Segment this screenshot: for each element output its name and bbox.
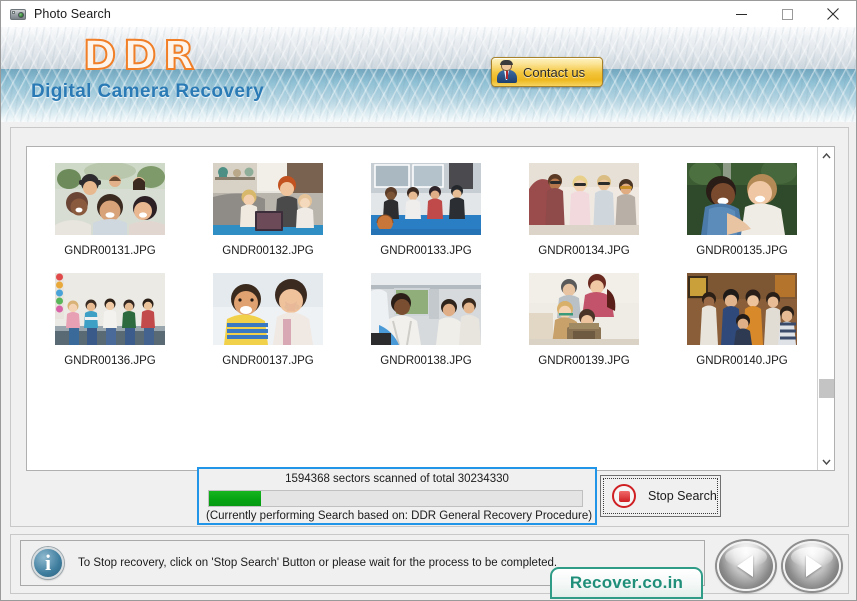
list-item[interactable]: GNDR00131.JPG <box>35 163 185 257</box>
brand-tag[interactable]: Recover.co.in <box>550 567 703 599</box>
thumbnail-filename: GNDR00134.JPG <box>538 245 630 257</box>
close-button[interactable] <box>810 1 856 27</box>
navigation-buttons <box>717 541 845 591</box>
info-icon: i <box>32 547 64 579</box>
brand-tag-label: Recover.co.in <box>569 573 684 592</box>
thumbnail-filename: GNDR00137.JPG <box>222 355 314 367</box>
list-item[interactable]: GNDR00139.JPG <box>509 273 659 367</box>
stop-search-button[interactable]: Stop Search <box>600 475 721 517</box>
minimize-button[interactable] <box>718 1 764 27</box>
previous-icon <box>736 555 753 577</box>
progress-bar-fill <box>209 491 262 506</box>
thumbnail-list[interactable]: GNDR00131.JPG GNDR00132.JPG GNDR00133.JP… <box>26 146 835 471</box>
thumbnail-filename: GNDR00138.JPG <box>380 355 472 367</box>
maximize-button[interactable] <box>764 1 810 27</box>
thumbnail-filename: GNDR00139.JPG <box>538 355 630 367</box>
thumbnail-filename: GNDR00131.JPG <box>64 245 156 257</box>
thumbnail-filename: GNDR00140.JPG <box>696 355 788 367</box>
list-item[interactable]: GNDR00140.JPG <box>667 273 817 367</box>
list-item[interactable]: GNDR00136.JPG <box>35 273 185 367</box>
window-controls <box>718 1 856 27</box>
window-title: Photo Search <box>34 7 111 21</box>
person-icon <box>496 60 518 84</box>
thumbnail-image[interactable] <box>55 163 165 235</box>
thumbnail-filename: GNDR00132.JPG <box>222 245 314 257</box>
list-item[interactable]: GNDR00133.JPG <box>351 163 501 257</box>
app-banner: DDR Digital Camera Recovery Contact us <box>1 27 856 122</box>
app-tagline: Digital Camera Recovery <box>31 81 265 102</box>
list-item[interactable]: GNDR00138.JPG <box>351 273 501 367</box>
thumbnail-grid: GNDR00131.JPG GNDR00132.JPG GNDR00133.JP… <box>27 147 817 470</box>
thumbnail-image[interactable] <box>687 163 797 235</box>
thumbnail-image[interactable] <box>213 273 323 345</box>
scrollbar-thumb[interactable] <box>819 379 834 398</box>
thumbnail-image[interactable] <box>529 273 639 345</box>
list-item[interactable]: GNDR00132.JPG <box>193 163 343 257</box>
progress-panel: 1594368 sectors scanned of total 3023433… <box>197 467 597 525</box>
previous-button[interactable] <box>717 541 775 591</box>
ddr-logo: DDR <box>82 32 202 80</box>
scrollbar-track[interactable] <box>818 164 834 453</box>
thumbnail-image[interactable] <box>213 163 323 235</box>
thumbnail-filename: GNDR00133.JPG <box>380 245 472 257</box>
list-item[interactable]: GNDR00137.JPG <box>193 273 343 367</box>
progress-bar <box>208 490 583 507</box>
list-item[interactable]: GNDR00134.JPG <box>509 163 659 257</box>
thumbnail-filename: GNDR00136.JPG <box>64 355 156 367</box>
contact-us-label: Contact us <box>523 64 586 80</box>
contact-us-button[interactable]: Contact us <box>491 57 603 87</box>
progress-status-text: 1594368 sectors scanned of total 3023433… <box>285 473 509 485</box>
list-item[interactable]: GNDR00135.JPG <box>667 163 817 257</box>
thumbnail-filename: GNDR00135.JPG <box>696 245 788 257</box>
info-message: To Stop recovery, click on 'Stop Search'… <box>78 557 558 569</box>
focus-ring <box>603 478 718 514</box>
thumbnail-image[interactable] <box>529 163 639 235</box>
thumbnail-scrollbar[interactable] <box>817 147 834 470</box>
photo-search-window: Photo Search DDR Digital Camera Recovery <box>0 0 857 601</box>
thumbnail-image[interactable] <box>55 273 165 345</box>
progress-detail-text: (Currently performing Search based on: D… <box>206 510 593 522</box>
thumbnail-image[interactable] <box>687 273 797 345</box>
camera-icon <box>10 7 26 21</box>
thumbnail-image[interactable] <box>371 273 481 345</box>
next-button[interactable] <box>783 541 841 591</box>
chevron-up-icon[interactable] <box>818 147 834 164</box>
next-icon <box>805 555 822 577</box>
thumbnail-image[interactable] <box>371 163 481 235</box>
title-bar: Photo Search <box>1 1 856 27</box>
chevron-down-icon[interactable] <box>818 453 834 470</box>
